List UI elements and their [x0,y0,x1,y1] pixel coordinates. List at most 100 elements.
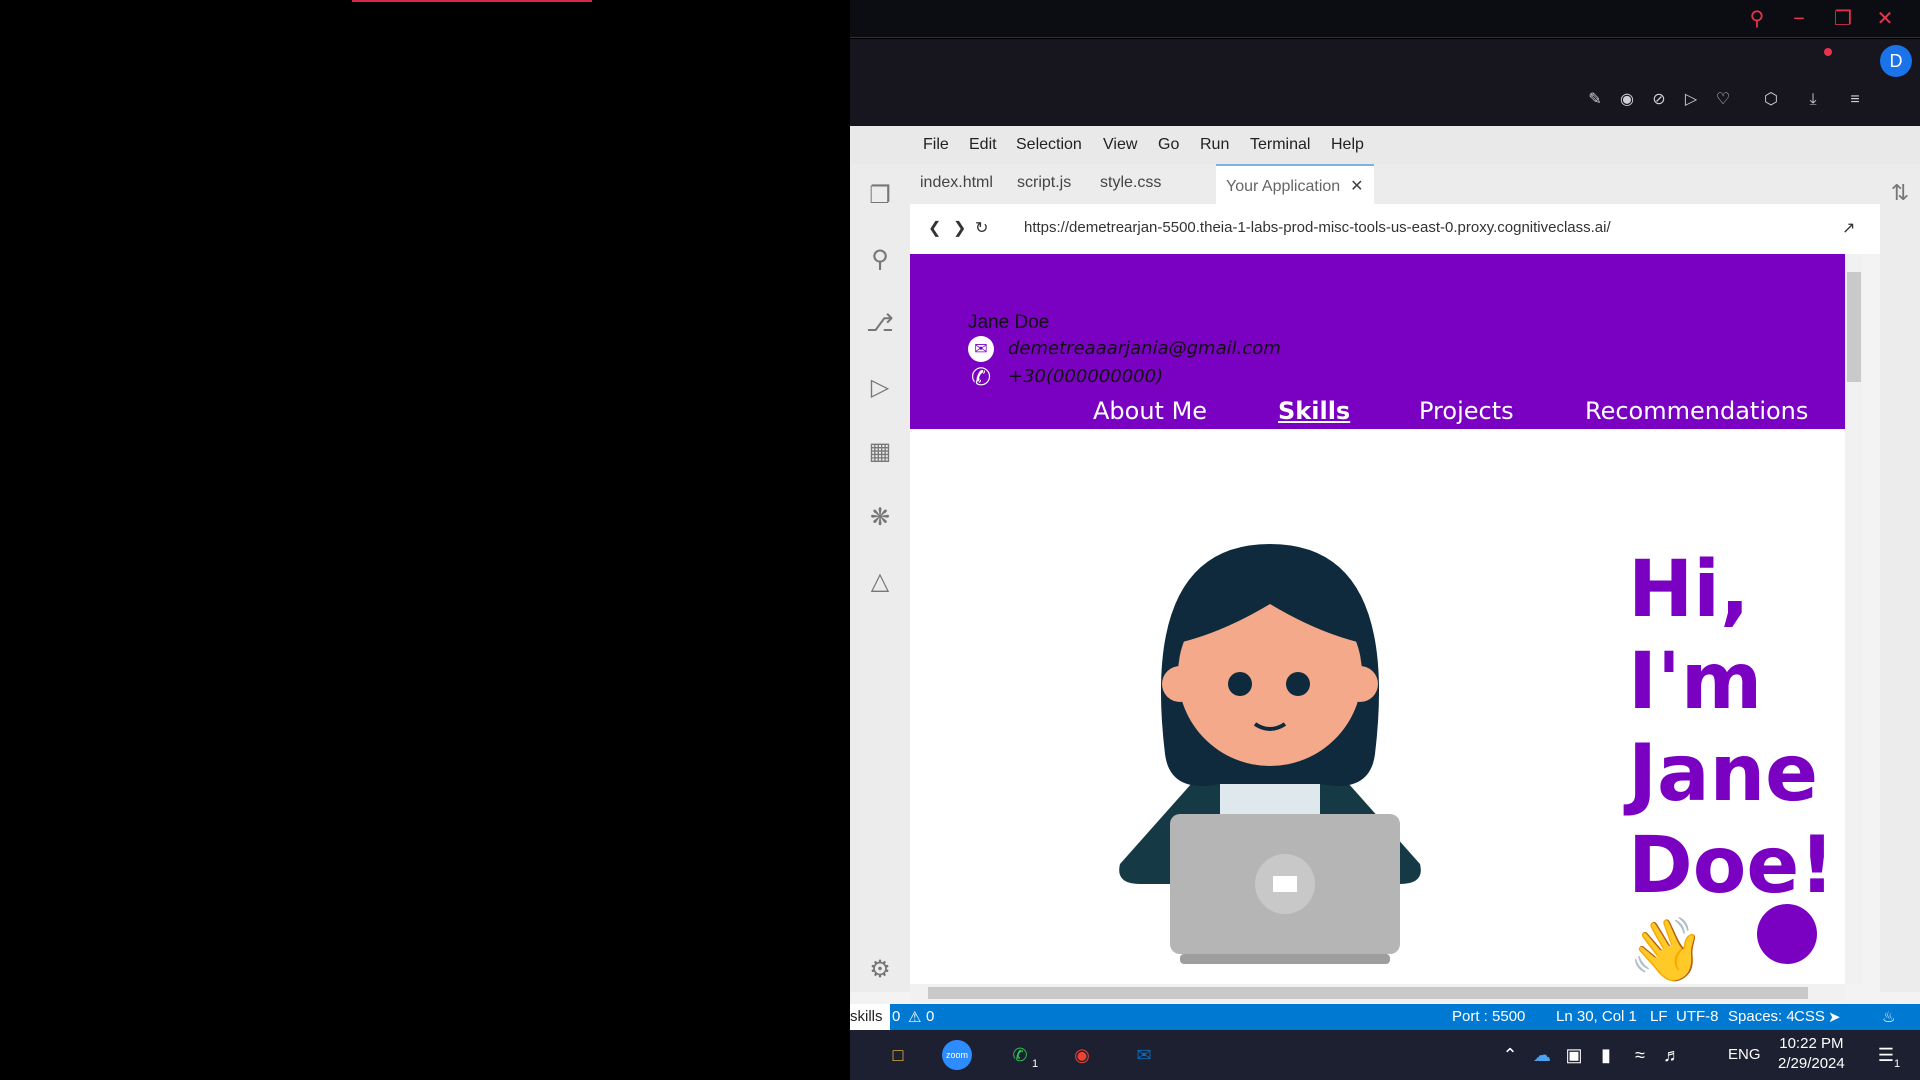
skills-network-icon[interactable]: ❋ [864,502,896,534]
cube-icon[interactable]: ⬡ [1760,89,1782,111]
bell-icon[interactable]: ♨ [1882,1008,1895,1026]
menu-file[interactable]: File [923,136,949,154]
nav-projects[interactable]: Projects [1419,397,1514,425]
explorer-icon[interactable]: ❐ [864,180,896,212]
tab-your-application[interactable]: Your Application ✕ [1216,164,1374,204]
language-indicator[interactable]: ENG [1728,1046,1761,1063]
site-name: Jane Doe [968,312,1050,333]
open-external-icon[interactable]: ↗ [1842,218,1855,238]
menu-edit[interactable]: Edit [969,136,997,154]
horizontal-scrollbar[interactable] [910,984,1845,1002]
tab-label: Your Application [1226,178,1341,195]
block-icon[interactable]: ⊘ [1648,89,1670,111]
menu-terminal[interactable]: Terminal [1250,136,1310,154]
notification-badge: 1 [1894,1058,1901,1070]
reload-icon[interactable]: ↻ [975,218,988,238]
tab-style-css[interactable]: style.css [1090,164,1171,204]
onedrive-icon[interactable]: ☁ [1526,1040,1558,1070]
problems-count[interactable]: 0 [892,1008,900,1025]
tab-label: index.html [920,174,993,191]
send-icon[interactable]: ▷ [1680,89,1702,111]
menu-bar: File Edit Selection View Go Run Terminal… [850,126,1920,164]
toggle-panel-icon[interactable]: ⇅ [1884,180,1916,212]
loading-bar [352,0,592,2]
clock[interactable]: 10:22 PM 2/29/2024 [1778,1034,1845,1074]
phone-icon: ✆ [970,363,992,391]
site-header: Jane Doe ✉ demetreaaarjania@gmail.com ✆ +3… [910,254,1845,429]
lab-flask-icon[interactable]: △ [864,566,896,598]
greeting-line: I'm [1628,637,1763,727]
camera-icon[interactable]: ◉ [1616,89,1638,111]
activity-bar: ❐ ⚲ ⎇ ▷ ▦ ❋ △ ⚙ [850,164,910,992]
greeting-line: Doe! [1628,821,1835,911]
menu-help[interactable]: Help [1331,136,1364,154]
back-icon[interactable]: ❮ [928,218,941,238]
ide-window: File Edit Selection View Go Run Terminal… [850,126,1920,1030]
search-icon[interactable]: ⚲ [1744,6,1770,32]
tab-label: script.js [1017,174,1072,191]
chrome-icon[interactable]: ◉ [1066,1040,1098,1070]
email-text[interactable]: demetreaaarjania@gmail.com [1008,338,1281,359]
menu-view[interactable]: View [1103,136,1137,154]
right-side-bar: ⇅ [1880,164,1920,992]
scrollbar-thumb[interactable] [1847,272,1861,382]
mail-icon: ✉ [968,336,994,362]
rocket-icon[interactable]: ➤ [1828,1008,1841,1026]
browser-title-bar: ⚲ − ❐ ✕ [850,0,1920,38]
greeting-line: Jane [1628,729,1819,819]
zoom-label: zoom [945,1050,968,1060]
status-skills-label[interactable]: skills [850,1004,890,1030]
profile-avatar[interactable]: D [1880,45,1912,77]
edit-icon[interactable]: ✎ [1584,89,1606,111]
minimize-button[interactable]: − [1786,6,1812,32]
wifi-icon[interactable]: ≈ [1624,1040,1656,1070]
nav-skills[interactable]: Skills [1278,397,1350,425]
scrollbar-thumb[interactable] [928,987,1808,999]
cursor-position[interactable]: Ln 30, Col 1 [1556,1008,1637,1025]
close-button[interactable]: ✕ [1872,6,1898,32]
scroll-to-top-button[interactable] [1757,904,1817,964]
forward-icon[interactable]: ❯ [953,218,966,238]
encoding-indicator[interactable]: UTF-8 [1676,1008,1719,1025]
status-bar: skills 0 ⚠ 0 Port : 5500 Ln 30, Col 1 LF… [850,1004,1920,1030]
nav-about-me[interactable]: About Me [1093,397,1207,425]
tab-script-js[interactable]: script.js [1007,164,1081,204]
menu-run[interactable]: Run [1200,136,1229,154]
warnings-count[interactable]: 0 [926,1008,934,1025]
vertical-scrollbar[interactable] [1845,254,1863,984]
language-indicator[interactable]: CSS [1794,1008,1825,1025]
download-icon[interactable]: ⤓ [1802,89,1824,111]
remote-icon[interactable]: ▣ [1558,1040,1590,1070]
settings-gear-icon[interactable]: ⚙ [864,954,896,986]
file-explorer-icon[interactable]: □ [882,1040,914,1070]
preview-address-bar: ❮ ❯ ↻ https://demetrearjan-5500.theia-1-… [910,204,1880,254]
warning-icon: ⚠ [908,1009,922,1026]
heart-icon[interactable]: ♡ [1712,89,1734,111]
clock-time: 10:22 PM [1779,1035,1844,1052]
url-field[interactable]: https://demetrearjan-5500.theia-1-labs-p… [1024,219,1611,236]
volume-icon[interactable]: ♬ [1656,1040,1688,1070]
search-icon[interactable]: ⚲ [864,244,896,276]
close-tab-icon[interactable]: ✕ [1350,178,1363,195]
zoom-icon[interactable]: zoom [942,1040,972,1070]
outlook-icon[interactable]: ✉ [1128,1040,1160,1070]
nav-recommendations[interactable]: Recommendations [1585,397,1808,425]
settings-sliders-icon[interactable]: ≡ [1844,89,1866,111]
taskbar: □ zoom ✆ 1 ◉ ✉ ⌃ ☁ ▣ ▮ ≈ ♬ ENG ☰ 1 [850,1030,1920,1080]
restore-button[interactable]: ❐ [1830,6,1856,32]
source-control-icon[interactable]: ⎇ [864,308,896,340]
menu-selection[interactable]: Selection [1016,136,1082,154]
preview-page: Jane Doe ✉ demetreaaarjania@gmail.com ✆ +3… [910,254,1845,984]
chevron-up-icon[interactable]: ⌃ [1494,1040,1526,1070]
eol-indicator[interactable]: LF [1650,1008,1668,1025]
menu-go[interactable]: Go [1158,136,1179,154]
debug-icon[interactable]: ▷ [864,372,896,404]
girl-with-laptop-illustration [1119,544,1421,964]
battery-icon[interactable]: ▮ [1590,1040,1622,1070]
greeting-text: Hi, I'm Jane Doe! [1628,544,1835,912]
tab-index-html[interactable]: index.html [910,164,1003,204]
indent-indicator[interactable]: Spaces: 4 [1728,1008,1795,1025]
port-indicator[interactable]: Port : 5500 [1452,1008,1525,1025]
clock-date: 2/29/2024 [1778,1055,1845,1072]
extensions-icon[interactable]: ▦ [864,436,896,468]
